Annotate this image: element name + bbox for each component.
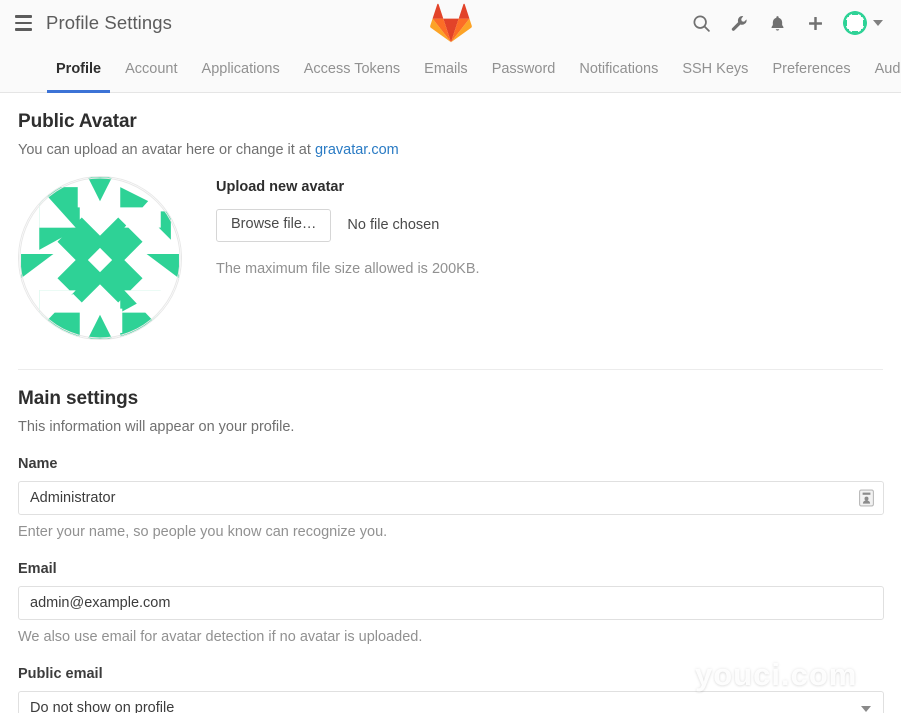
public-avatar-heading: Public Avatar	[18, 111, 137, 132]
file-input-row: Browse file… No file chosen	[216, 209, 480, 242]
bell-icon[interactable]	[767, 13, 787, 33]
public-avatar-description: You can upload an avatar here or change …	[18, 142, 883, 158]
max-file-size-note: The maximum file size allowed is 200KB.	[216, 260, 480, 277]
page-title: Profile Settings	[46, 12, 173, 33]
navbar-actions	[691, 11, 885, 35]
upload-new-avatar-label: Upload new avatar	[216, 179, 345, 195]
tab-access-tokens[interactable]: Access Tokens	[292, 46, 412, 92]
tab-ssh-keys[interactable]: SSH Keys	[670, 46, 760, 92]
main-settings-description: This information will appear on your pro…	[18, 419, 295, 435]
email-field-help: We also use email for avatar detection i…	[18, 629, 423, 645]
tab-profile[interactable]: Profile	[44, 46, 113, 93]
email-input[interactable]: admin@example.com	[18, 586, 884, 620]
public-identicon-avatar	[18, 176, 182, 340]
avatar	[843, 11, 867, 35]
name-field-help: Enter your name, so people you know can …	[18, 524, 388, 540]
hamburger-icon[interactable]	[10, 10, 36, 36]
autofill-icon[interactable]	[859, 489, 874, 507]
upload-block: Upload new avatar Browse file… No file c…	[216, 176, 480, 277]
top-navbar: Profile Settings	[0, 0, 901, 46]
tab-audit-log[interactable]: Audit Log	[863, 46, 901, 92]
settings-content: Public Avatar You can upload an avatar h…	[0, 111, 901, 713]
public-email-select[interactable]: Do not show on profile	[18, 691, 884, 713]
email-field-label: Email	[18, 561, 57, 577]
public-avatar-description-text: You can upload an avatar here or change …	[18, 142, 315, 158]
search-icon[interactable]	[691, 13, 711, 33]
user-menu[interactable]	[843, 11, 883, 35]
avatar-row: Upload new avatar Browse file… No file c…	[18, 176, 883, 340]
public-email-field-label: Public email	[18, 666, 103, 682]
chevron-down-icon	[873, 20, 883, 26]
name-input[interactable]: Administrator	[18, 481, 884, 515]
settings-tabbar: Profile Account Applications Access Toke…	[0, 46, 901, 93]
tab-applications[interactable]: Applications	[190, 46, 292, 92]
gitlab-logo[interactable]	[430, 3, 472, 43]
tab-password[interactable]: Password	[480, 46, 568, 92]
public-email-field-wrap: Do not show on profile	[18, 691, 884, 713]
tab-emails[interactable]: Emails	[412, 46, 480, 92]
name-field-wrap: Administrator	[18, 481, 884, 515]
selected-file-name: No file chosen	[347, 217, 440, 234]
name-field-label: Name	[18, 456, 58, 472]
tab-notifications[interactable]: Notifications	[567, 46, 670, 92]
plus-icon[interactable]	[805, 13, 825, 33]
email-field-wrap: admin@example.com	[18, 586, 884, 620]
section-divider	[18, 369, 883, 370]
gravatar-link[interactable]: gravatar.com	[315, 142, 399, 158]
main-settings-heading: Main settings	[18, 388, 139, 409]
tab-account[interactable]: Account	[113, 46, 189, 92]
browse-file-button[interactable]: Browse file…	[216, 209, 332, 242]
wrench-icon[interactable]	[729, 13, 749, 33]
tab-preferences[interactable]: Preferences	[760, 46, 862, 92]
